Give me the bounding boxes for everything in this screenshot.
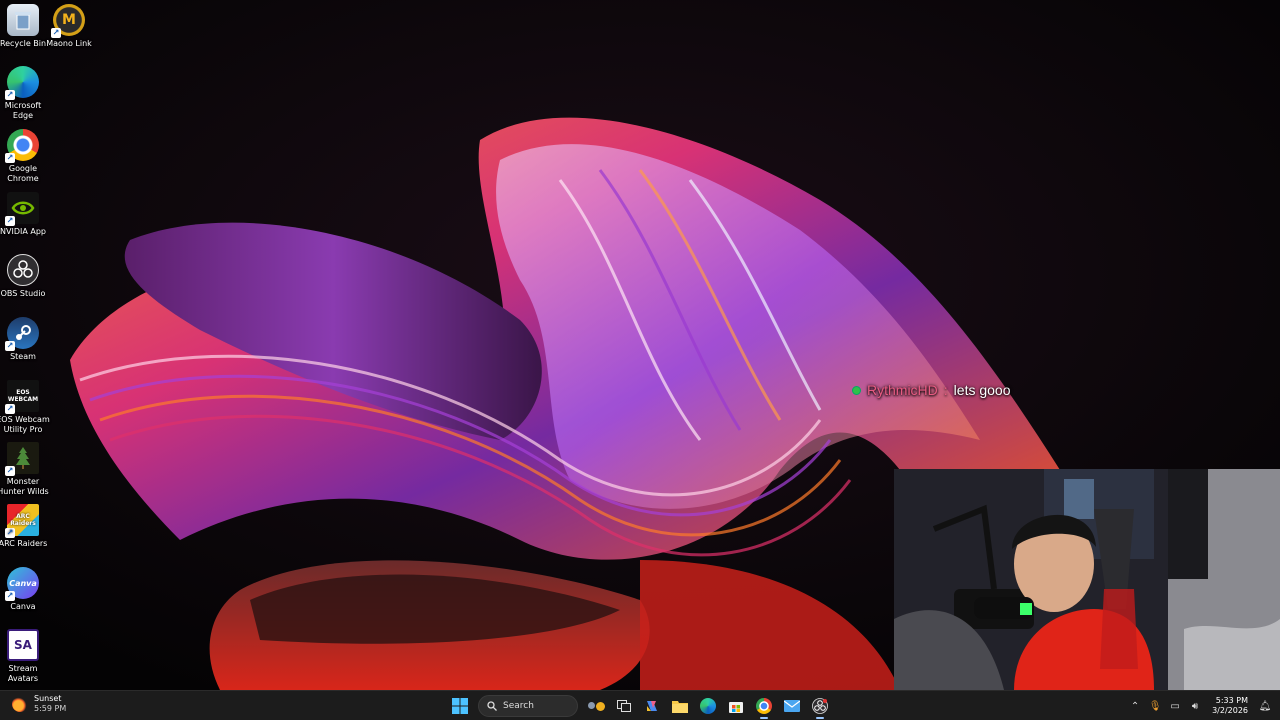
chat-username: RythmicHD	[867, 382, 938, 398]
desktop-icon-label: NVIDIA App	[0, 227, 46, 236]
desktop-icon-eos-webcam[interactable]: EOS WEBCAM ↗ EOS Webcam Utility Pro	[0, 380, 50, 435]
desktop-icon-label: Stream Avatars	[7, 664, 39, 683]
windows-start-icon	[452, 698, 468, 714]
obs-icon	[812, 698, 828, 714]
desktop-icon-maono-link[interactable]: M ↗ Maono Link	[46, 4, 92, 49]
weather-time: 5:59 PM	[34, 704, 67, 713]
edge-taskbar-button[interactable]	[696, 694, 720, 718]
desktop-icon-arc-raiders[interactable]: ARC Raiders ↗ ARC Raiders	[0, 504, 47, 549]
search-placeholder: Search	[503, 701, 534, 711]
desktop-icon-label: Google Chrome	[7, 164, 39, 183]
mail-icon	[784, 700, 800, 712]
shortcut-arrow-icon: ↗	[5, 466, 15, 476]
desktop-icon-steam[interactable]: ↗ Steam	[0, 317, 46, 362]
store-icon	[729, 702, 743, 713]
desktop-icon-label: Monster Hunter Wilds	[0, 477, 49, 496]
chrome-taskbar-button[interactable]	[752, 694, 776, 719]
desktop-icon-monster-hunter-wilds[interactable]: ↗ Monster Hunter Wilds	[0, 442, 49, 497]
arc-raiders-icon: ARC Raiders ↗	[5, 504, 39, 538]
desktop-icon-canva[interactable]: Canva ↗ Canva	[0, 567, 46, 612]
edge-icon: ↗	[5, 66, 39, 100]
edge-icon	[700, 698, 716, 714]
desktop-icon-obs-studio[interactable]: OBS Studio	[0, 254, 46, 299]
clock-time: 5:33 PM	[1215, 696, 1248, 705]
arc-raiders-icon-text: ARC Raiders	[10, 513, 36, 527]
eos-webcam-icon: EOS WEBCAM ↗	[5, 380, 39, 414]
stream-avatars-icon: SA	[7, 629, 39, 661]
monster-hunter-icon: ↗	[5, 442, 39, 476]
mail-button[interactable]	[780, 694, 804, 718]
network-icon[interactable]: ▭	[1168, 701, 1182, 712]
obs-taskbar-button[interactable]	[808, 694, 832, 719]
eos-webcam-icon-text: EOS WEBCAM	[7, 389, 39, 403]
shortcut-arrow-icon: ↗	[5, 341, 15, 351]
search-icon	[487, 701, 497, 711]
desktop-icon-recycle-bin[interactable]: Recycle Bin	[0, 4, 46, 49]
taskbar: Sunset 5:59 PM Search ⌃ 🎙︎ ▭ 🔊︎ 5:33 PM …	[0, 690, 1280, 720]
search-highlight-icon	[587, 701, 605, 711]
taskbar-clock[interactable]: 5:33 PM 3/2/2026	[1212, 696, 1248, 716]
task-view-icon	[617, 700, 631, 712]
desktop-icon-microsoft-edge[interactable]: ↗ Microsoft Edge	[0, 66, 46, 121]
desktop-icon-label: Maono Link	[46, 39, 92, 48]
shortcut-arrow-icon: ↗	[5, 528, 15, 538]
desktop-icon-nvidia-app[interactable]: ↗ NVIDIA App	[0, 192, 46, 237]
volume-icon[interactable]: 🔊︎	[1188, 701, 1202, 712]
taskbar-widget-button[interactable]	[584, 694, 608, 718]
recycle-bin-icon	[7, 4, 39, 36]
weather-condition: Sunset	[34, 694, 62, 703]
desktop-icon-label: Microsoft Edge	[4, 101, 42, 120]
shortcut-arrow-icon: ↗	[5, 153, 15, 163]
desktop-icon-label: OBS Studio	[0, 289, 46, 298]
chevron-up-icon[interactable]: ⌃	[1128, 701, 1142, 712]
desktop-icon-label: EOS Webcam Utility Pro	[0, 415, 50, 434]
sunset-icon	[12, 696, 28, 712]
chat-message-text: lets gooo	[953, 382, 1011, 398]
task-view-button[interactable]	[612, 694, 636, 718]
file-explorer-button[interactable]	[668, 694, 692, 718]
copilot-button[interactable]	[640, 694, 664, 718]
webcam-feed	[894, 469, 1280, 690]
notification-bell-icon[interactable]: 🔔︎	[1258, 701, 1272, 712]
file-explorer-icon	[672, 701, 688, 713]
desktop-icon-label: Steam	[10, 352, 36, 361]
canva-icon: Canva ↗	[5, 567, 39, 601]
obs-icon	[7, 254, 39, 286]
shortcut-arrow-icon: ↗	[51, 28, 61, 38]
clock-date: 3/2/2026	[1212, 706, 1248, 715]
shortcut-arrow-icon: ↗	[5, 90, 15, 100]
store-button[interactable]	[724, 694, 748, 718]
chrome-icon: ↗	[5, 129, 39, 163]
shortcut-arrow-icon: ↗	[5, 404, 15, 414]
microphone-icon[interactable]: 🎙︎	[1148, 701, 1162, 712]
canva-icon-text: Canva	[9, 578, 37, 588]
desktop-icon-stream-avatars[interactable]: SA Stream Avatars	[0, 629, 46, 684]
desktop-icon-label: ARC Raiders	[0, 539, 48, 548]
maono-link-icon: M ↗	[51, 4, 85, 38]
desktop-icon-google-chrome[interactable]: ↗ Google Chrome	[0, 129, 46, 184]
system-tray: ⌃ 🎙︎ ▭ 🔊︎ 5:33 PM 3/2/2026 🔔︎	[1128, 694, 1272, 718]
chat-badge-icon	[852, 385, 861, 395]
chat-overlay-message: RythmicHD : lets gooo	[852, 382, 1011, 398]
weather-widget[interactable]: Sunset 5:59 PM	[12, 694, 66, 714]
start-button[interactable]	[448, 694, 472, 718]
shortcut-arrow-icon: ↗	[5, 216, 15, 226]
chat-separator: :	[943, 382, 948, 398]
chrome-icon	[756, 698, 772, 714]
desktop-icon-label: Canva	[10, 602, 36, 611]
copilot-icon	[647, 701, 657, 711]
steam-icon: ↗	[5, 317, 39, 351]
stream-avatars-icon-text: SA	[14, 638, 32, 652]
taskbar-search-box[interactable]: Search	[478, 695, 578, 717]
shortcut-arrow-icon: ↗	[5, 591, 15, 601]
nvidia-icon: ↗	[5, 192, 39, 226]
taskbar-pinned-apps: Search	[448, 694, 832, 719]
